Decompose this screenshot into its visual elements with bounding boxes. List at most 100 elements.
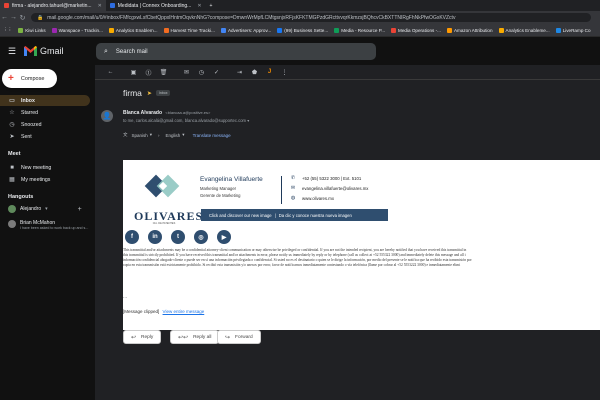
search-icon[interactable]: ⌕ — [104, 48, 108, 56]
new-meeting-item[interactable]: ■ New meeting — [0, 162, 90, 173]
inbox-label-badge[interactable]: Inbox — [155, 90, 171, 96]
bookmark-label: Media - Resource P... — [341, 27, 386, 33]
chevron-down-icon[interactable]: ▾ — [247, 118, 249, 123]
forward-arrow-icon[interactable]: → — [9, 14, 18, 21]
translate-message-link[interactable]: Translate message — [193, 133, 231, 138]
my-meetings-item[interactable]: ▦ My meetings — [0, 174, 90, 185]
bookmark-label: Analytics Enablem... — [115, 27, 158, 33]
trimmed-content-toggle[interactable]: ... — [123, 294, 127, 300]
bookmark-item[interactable]: Advertisers: Approv... — [218, 27, 274, 33]
extension-j-icon[interactable]: J — [262, 69, 277, 75]
sidebar-item-sent[interactable]: ➤ Sent — [0, 131, 90, 142]
phone-icon: ✆ — [290, 175, 296, 181]
bookmark-favicon-icon — [220, 27, 226, 33]
more-options-icon[interactable]: ⋮ — [277, 69, 292, 76]
back-to-inbox-icon[interactable]: ← — [103, 69, 118, 75]
clipped-text: [Message clipped] — [123, 309, 160, 314]
address-bar-row: ← → ↻ 🔒 mail.google.com/mail/u/0/#inbox/… — [0, 11, 600, 24]
archive-icon[interactable]: ▣ — [126, 69, 141, 76]
view-entire-message-link[interactable]: View entire message — [163, 309, 205, 314]
chevron-down-icon[interactable]: ▾ — [182, 132, 184, 138]
compose-label: Compose — [20, 75, 45, 82]
twitter-icon[interactable]: t — [171, 230, 185, 244]
chevron-down-icon[interactable]: ▾ — [150, 132, 152, 138]
bookmarks-bar: ⋮⋮ Kiwi Links Wanspace - Trackin... Analyti… — [0, 24, 600, 37]
browser-tab-medidata[interactable]: Medidata | Connex Onboarding... ✕ — [106, 0, 206, 11]
browser-tab-gmail[interactable]: firma - alejandro.tahuel@marketin... ✕ — [0, 0, 106, 11]
hangouts-contact[interactable]: Brian McMahon I have been asked to work … — [8, 220, 88, 230]
signature-phone: ✆ +52 (55) 5322 3000 | Ext. 5101 — [290, 175, 361, 181]
sender-name[interactable]: Blanca Alvarado — [123, 110, 162, 116]
delete-icon[interactable]: 🗑 — [156, 69, 171, 76]
report-spam-icon[interactable]: ⓵ — [141, 68, 156, 77]
video-icon: ■ — [10, 164, 14, 171]
translate-bar: 文 Spanish ▾ › English ▾ Translate messag… — [123, 132, 231, 138]
bookmark-item[interactable]: Analytics Enablem... — [106, 27, 161, 33]
compose-button[interactable]: + Compose — [2, 69, 57, 88]
gmail-logo[interactable]: Gmail — [24, 46, 64, 56]
apps-grid-icon[interactable]: ⋮⋮ — [0, 27, 15, 33]
recipients-line[interactable]: to me, carlos.alcalá@gmail.com, blanca.a… — [123, 118, 249, 123]
signature-role: Marketing Manager — [200, 186, 237, 191]
web-text[interactable]: www.olivares.mx — [302, 196, 334, 201]
translate-from-select[interactable]: Spanish — [132, 133, 148, 138]
facebook-icon[interactable]: f — [125, 230, 139, 244]
add-task-icon[interactable]: ✓ — [209, 69, 224, 76]
label-icon[interactable]: ⬟ — [247, 69, 262, 76]
youtube-icon[interactable]: ▶ — [217, 230, 231, 244]
browser-tab-bar: firma - alejandro.tahuel@marketin... ✕ M… — [0, 0, 600, 11]
gmail-m-icon — [24, 46, 37, 56]
add-icon[interactable]: + — [78, 206, 82, 213]
reply-all-label: Reply all — [193, 334, 212, 340]
bookmark-item[interactable]: Analytics Enableme... — [496, 27, 553, 33]
close-icon[interactable]: ✕ — [197, 3, 201, 9]
bookmark-item[interactable]: (99) Business Sette... — [274, 27, 331, 33]
bookmark-favicon-icon — [446, 27, 452, 33]
search-input[interactable]: ⌕ Search mail — [96, 43, 376, 60]
sender-avatar[interactable]: 👤 — [101, 110, 113, 122]
linkedin-icon[interactable]: in — [148, 230, 162, 244]
new-tab-button[interactable]: + — [206, 0, 217, 11]
sidebar-item-snoozed[interactable]: ◷ Snoozed — [0, 119, 90, 130]
sender-line: Blanca Alvarado <blancaa.a@positive.es> — [123, 110, 210, 116]
gmail-favicon-icon — [4, 3, 9, 8]
signature-banner-link[interactable]: Click and discover our new image | Da cl… — [201, 209, 388, 221]
bookmark-label: Kiwi Links — [25, 27, 46, 33]
forward-button[interactable]: ↪ Forward — [217, 330, 261, 344]
back-arrow-icon[interactable]: ← — [0, 14, 9, 21]
message-clipped-notice: [Message clipped] View entire message — [123, 309, 204, 314]
sidebar-item-inbox[interactable]: ▭ Inbox — [0, 95, 90, 106]
email-text[interactable]: evangelina.villafuerte@olivares.mx — [302, 186, 368, 191]
inbox-icon: ▭ — [9, 98, 15, 104]
medidata-favicon-icon — [109, 3, 115, 8]
bookmark-item[interactable]: Kiwi Links — [15, 27, 48, 33]
bookmark-item[interactable]: LiveRamp Co — [553, 27, 594, 33]
hangouts-user[interactable]: Alejandro ▾ + — [8, 205, 82, 213]
translate-to-select[interactable]: English — [166, 133, 181, 138]
search-placeholder: Search mail — [115, 48, 148, 55]
main-menu-icon[interactable]: ☰ — [8, 46, 17, 57]
move-to-icon[interactable]: ⇥ — [232, 69, 247, 76]
signature-email[interactable]: ✉ evangelina.villafuerte@olivares.mx — [290, 185, 369, 191]
snooze-icon[interactable]: ◷ — [194, 69, 209, 76]
bookmark-item[interactable]: Amazon Attribution — [444, 27, 496, 33]
bookmark-item[interactable]: Harvest Time Tracki... — [161, 27, 218, 33]
importance-marker-icon[interactable]: ➤ — [147, 90, 152, 97]
sidebar-item-starred[interactable]: ☆ Starred — [0, 107, 90, 118]
banner-separator: | — [274, 212, 276, 218]
bookmark-item[interactable]: Wanspace - Trackin... — [49, 27, 106, 33]
clock-icon: ◷ — [9, 122, 15, 128]
url-input[interactable]: 🔒 mail.google.com/mail/u/0/#inbox/FMfcgx… — [31, 13, 591, 22]
meet-header: Meet — [8, 151, 21, 157]
close-icon[interactable]: ✕ — [98, 3, 102, 9]
signature-web[interactable]: ◍ www.olivares.mx — [290, 195, 334, 201]
bookmark-item[interactable]: Media Operations -... — [388, 27, 444, 33]
bookmark-item[interactable]: Media - Resource P... — [331, 27, 388, 33]
chevron-down-icon: ▾ — [45, 206, 48, 212]
reply-label: Reply — [141, 334, 154, 340]
reply-all-button[interactable]: ↩↩ Reply all — [170, 330, 220, 344]
reload-icon[interactable]: ↻ — [18, 14, 27, 22]
mark-unread-icon[interactable]: ✉ — [179, 69, 194, 76]
reply-button[interactable]: ↩ Reply — [123, 330, 162, 344]
instagram-icon[interactable]: ◎ — [194, 230, 208, 244]
